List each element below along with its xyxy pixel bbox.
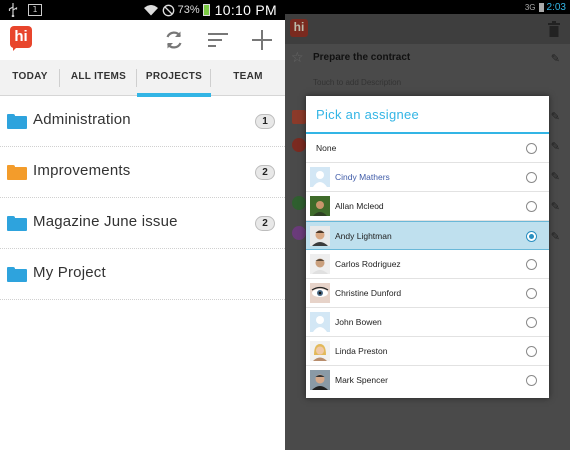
app-toolbar: hi bbox=[0, 20, 285, 60]
tab-all-items[interactable]: ALL ITEMS bbox=[60, 60, 137, 96]
right-screen: 3G 2:03 hi ☆ Prepare the contract ✎ Touc… bbox=[285, 0, 570, 450]
edit-icon: ✎ bbox=[550, 230, 560, 243]
tab-label: PROJECTS bbox=[145, 71, 203, 82]
default-avatar-icon bbox=[310, 312, 330, 332]
assignee-option-cindy-mathers[interactable]: Cindy Mathers bbox=[306, 163, 549, 192]
clock: 10:10 PM bbox=[214, 2, 277, 18]
folder-icon bbox=[7, 114, 27, 129]
tab-bar: TODAY ALL ITEMS PROJECTS TEAM bbox=[0, 60, 285, 97]
avatar bbox=[310, 283, 330, 303]
edit-icon: ✎ bbox=[550, 52, 560, 65]
project-name: Administration bbox=[33, 111, 131, 128]
trash-icon[interactable] bbox=[548, 21, 560, 37]
project-list: Administration 1 Improvements 2 Magazine… bbox=[0, 96, 285, 300]
color-icon bbox=[292, 226, 306, 240]
battery-percent: 73% bbox=[177, 4, 200, 16]
count-badge: 1 bbox=[255, 114, 275, 129]
task-detail-background: ☆ Prepare the contract ✎ Touch to add De… bbox=[285, 44, 570, 87]
status-bar: 1 73% 10:10 PM bbox=[0, 0, 285, 20]
avatar bbox=[310, 196, 330, 216]
project-item-my-project[interactable]: My Project bbox=[0, 249, 285, 300]
avatar bbox=[310, 226, 330, 246]
tab-label: ALL ITEMS bbox=[70, 71, 127, 82]
radio-button[interactable] bbox=[526, 346, 537, 357]
pick-assignee-dialog: Pick an assignee None Cindy Mathers Alla… bbox=[306, 96, 549, 398]
assignee-name: Allan Mcleod bbox=[335, 201, 384, 211]
edit-icon: ✎ bbox=[550, 200, 560, 213]
logo-text: hi bbox=[10, 26, 32, 48]
project-name: Magazine June issue bbox=[33, 213, 178, 230]
wifi-icon bbox=[143, 5, 158, 16]
assignee-option-john-bowen[interactable]: John Bowen bbox=[306, 308, 549, 337]
assignee-name: Carlos Rodriguez bbox=[335, 259, 401, 269]
sd-card-icon: 1 bbox=[28, 4, 42, 16]
assignee-name: None bbox=[316, 143, 337, 153]
tab-team[interactable]: TEAM bbox=[211, 60, 285, 96]
refresh-icon[interactable] bbox=[162, 28, 186, 52]
count-badge: 2 bbox=[255, 216, 275, 231]
edit-icon: ✎ bbox=[550, 110, 560, 123]
person-icon bbox=[292, 138, 306, 152]
avatar bbox=[310, 341, 330, 361]
task-description-placeholder: Touch to add Description bbox=[313, 78, 402, 87]
status-bar: 3G 2:03 bbox=[285, 0, 570, 14]
add-icon[interactable] bbox=[250, 28, 274, 52]
star-icon: ☆ bbox=[291, 50, 304, 66]
usb-icon bbox=[8, 3, 18, 17]
signal-icon: 3G bbox=[524, 2, 536, 12]
dialog-title: Pick an assignee bbox=[306, 96, 549, 134]
clock: 2:03 bbox=[546, 1, 566, 13]
no-sound-icon bbox=[162, 4, 174, 16]
assignee-option-allan-mcleod[interactable]: Allan Mcleod bbox=[306, 192, 549, 221]
assignee-option-christine-dunford[interactable]: Christine Dunford bbox=[306, 279, 549, 308]
assignee-name: Linda Preston bbox=[335, 346, 388, 356]
folder-icon bbox=[7, 216, 27, 231]
radio-button[interactable] bbox=[526, 172, 537, 183]
assignee-name: John Bowen bbox=[335, 317, 382, 327]
sort-icon[interactable] bbox=[206, 28, 230, 52]
tab-label: TODAY bbox=[12, 71, 48, 82]
tab-today[interactable]: TODAY bbox=[0, 60, 60, 96]
assignee-name: Cindy Mathers bbox=[335, 172, 390, 182]
edit-icon: ✎ bbox=[550, 170, 560, 183]
folder-icon bbox=[7, 165, 27, 180]
calendar-icon bbox=[292, 110, 306, 124]
project-item-administration[interactable]: Administration 1 bbox=[0, 96, 285, 147]
count-badge: 2 bbox=[255, 165, 275, 180]
radio-button[interactable] bbox=[526, 375, 537, 386]
radio-button[interactable] bbox=[526, 288, 537, 299]
avatar bbox=[310, 370, 330, 390]
assignee-option-linda-preston[interactable]: Linda Preston bbox=[306, 337, 549, 366]
default-avatar-icon bbox=[310, 167, 330, 187]
radio-button-selected[interactable] bbox=[526, 231, 537, 242]
tab-label: TEAM bbox=[233, 71, 263, 82]
project-name: Improvements bbox=[33, 162, 131, 179]
battery-icon bbox=[202, 4, 210, 16]
radio-button[interactable] bbox=[526, 317, 537, 328]
assignee-option-carlos-rodriguez[interactable]: Carlos Rodriguez bbox=[306, 250, 549, 279]
tab-projects[interactable]: PROJECTS bbox=[137, 60, 211, 97]
folder-icon bbox=[7, 267, 27, 282]
app-toolbar: hi bbox=[285, 14, 570, 44]
app-logo: hi bbox=[290, 19, 308, 37]
share-icon bbox=[292, 196, 306, 210]
app-logo: hi bbox=[10, 26, 32, 52]
assignee-option-none[interactable]: None bbox=[306, 134, 549, 163]
project-item-magazine-june-issue[interactable]: Magazine June issue 2 bbox=[0, 198, 285, 249]
radio-button[interactable] bbox=[526, 201, 537, 212]
assignee-option-andy-lightman[interactable]: Andy Lightman bbox=[306, 221, 549, 250]
assignee-name: Mark Spencer bbox=[335, 375, 388, 385]
assignee-name: Andy Lightman bbox=[335, 231, 392, 241]
radio-button[interactable] bbox=[526, 143, 537, 154]
project-name: My Project bbox=[33, 264, 106, 281]
radio-button[interactable] bbox=[526, 259, 537, 270]
edit-icon: ✎ bbox=[550, 140, 560, 153]
task-title: Prepare the contract bbox=[313, 52, 411, 63]
assignee-option-mark-spencer[interactable]: Mark Spencer bbox=[306, 366, 549, 395]
assignee-name: Christine Dunford bbox=[335, 288, 402, 298]
left-screen: 1 73% 10:10 PM hi TODAY ALL ITEMS PROJEC… bbox=[0, 0, 285, 450]
avatar bbox=[310, 254, 330, 274]
project-item-improvements[interactable]: Improvements 2 bbox=[0, 147, 285, 198]
battery-icon bbox=[538, 2, 544, 12]
